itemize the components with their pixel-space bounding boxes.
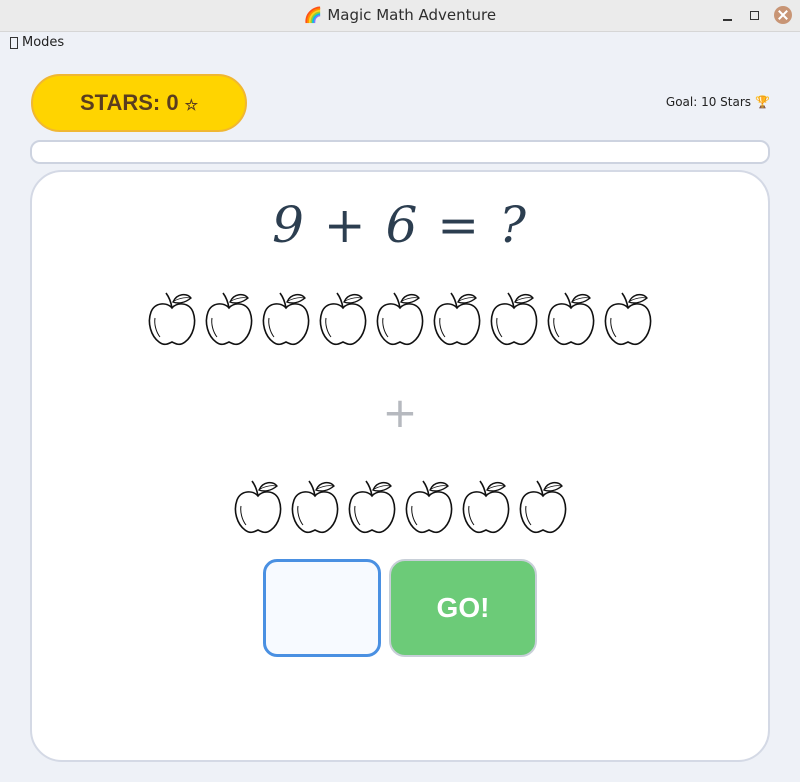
equation-text: 9 + 6 = ? xyxy=(272,196,528,254)
progress-bar xyxy=(30,140,770,164)
title-bar: 🌈 Magic Math Adventure xyxy=(0,0,800,32)
problem-card xyxy=(30,170,770,762)
apple-icon xyxy=(430,290,484,350)
first-apple-group xyxy=(0,290,800,350)
apple-icon xyxy=(373,290,427,350)
apple-icon xyxy=(601,290,655,350)
trophy-icon: 🏆 xyxy=(755,95,770,109)
apple-icon xyxy=(145,290,199,350)
apple-icon xyxy=(487,290,541,350)
operator-symbol: + xyxy=(382,388,418,437)
modes-menu[interactable]: Modes xyxy=(10,35,64,50)
apple-icon xyxy=(288,478,342,538)
apple-icon xyxy=(231,478,285,538)
apple-icon xyxy=(345,478,399,538)
apple-icon xyxy=(202,290,256,350)
apple-icon xyxy=(316,290,370,350)
menu-bar: Modes xyxy=(0,32,800,54)
goal-indicator: Goal: 10 Stars 🏆 xyxy=(666,95,770,109)
goal-label: Goal: 10 Stars xyxy=(665,95,752,109)
close-icon[interactable] xyxy=(774,6,792,24)
maximize-icon[interactable] xyxy=(746,8,762,24)
answer-input[interactable] xyxy=(263,559,381,657)
apple-icon xyxy=(516,478,570,538)
apple-icon xyxy=(459,478,513,538)
modes-menu-label: Modes xyxy=(22,35,65,50)
window-title: 🌈 Magic Math Adventure xyxy=(303,6,497,24)
apple-icon xyxy=(544,290,598,350)
go-button[interactable]: GO! xyxy=(389,559,537,657)
menu-icon xyxy=(10,36,18,49)
stars-counter: STARS: 0 ☆ xyxy=(31,74,247,132)
minimize-icon[interactable] xyxy=(720,8,736,24)
apple-icon xyxy=(259,290,313,350)
second-apple-group xyxy=(0,478,800,538)
apple-icon xyxy=(402,478,456,538)
star-icon: ☆ xyxy=(184,97,199,114)
stars-label: STARS: 0 xyxy=(79,90,179,115)
